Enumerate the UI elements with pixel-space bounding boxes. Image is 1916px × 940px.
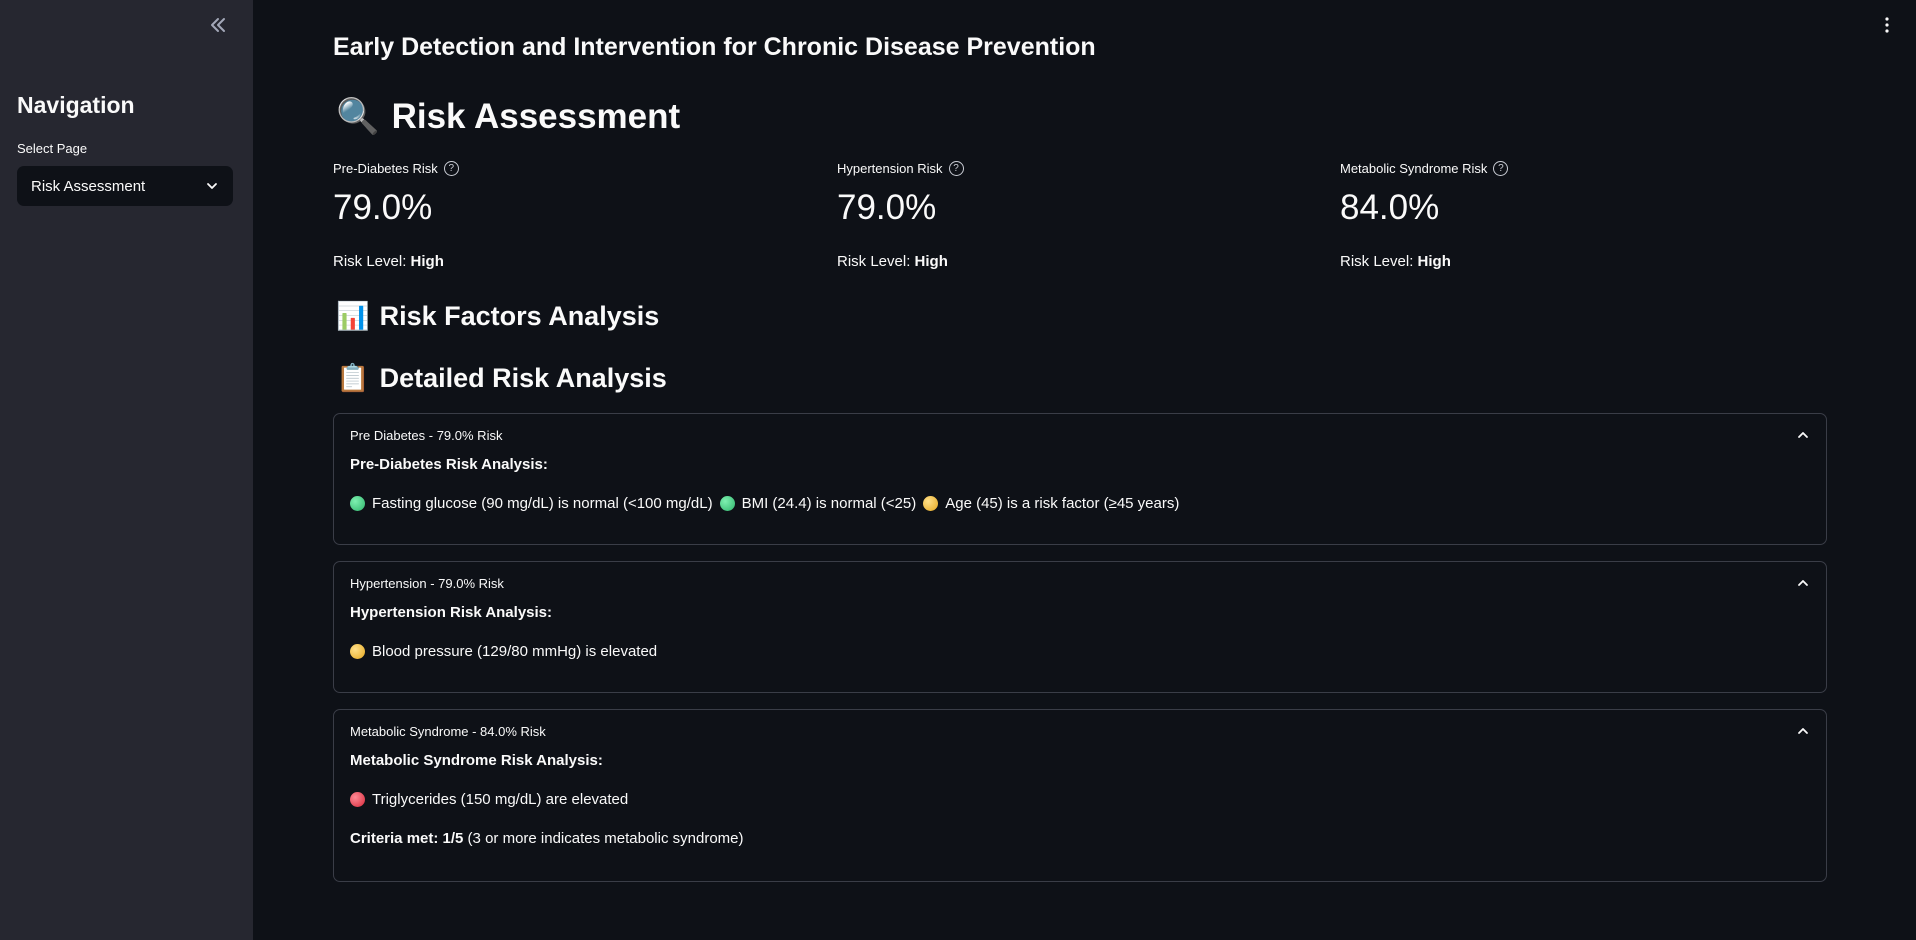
analysis-items: Fasting glucose (90 mg/dL) is normal (<1… xyxy=(334,495,1826,512)
criteria-met: Criteria met: 1/5 (3 or more indicates m… xyxy=(334,830,1826,847)
criteria-label: Criteria met: 1/5 xyxy=(350,830,464,847)
expander-header[interactable]: Hypertension - 79.0% Risk xyxy=(334,562,1826,604)
metric-value: 79.0% xyxy=(333,188,433,227)
expander-title: Hypertension - 79.0% Risk xyxy=(350,575,504,591)
risk-level-prefix: Risk Level: xyxy=(837,253,915,270)
green-circle-icon xyxy=(719,496,735,511)
item-text: Blood pressure (129/80 mmHg) is elevated xyxy=(372,643,658,660)
analysis-subtitle: Hypertension Risk Analysis: xyxy=(350,604,553,621)
list-item: Triglycerides (150 mg/dL) are elevated xyxy=(350,791,628,808)
list-item: Blood pressure (129/80 mmHg) is elevated xyxy=(350,643,657,660)
risk-level-value: High xyxy=(914,253,948,270)
chevron-up-icon xyxy=(1798,432,1808,438)
item-text: BMI (24.4) is normal (<25) xyxy=(741,495,917,512)
page-select[interactable]: Risk Assessment xyxy=(17,166,233,206)
expander-header[interactable]: Metabolic Syndrome - 84.0% Risk xyxy=(334,710,1826,752)
sidebar: Navigation Select Page Risk Assessment xyxy=(0,0,253,940)
expander-header[interactable]: Pre Diabetes - 79.0% Risk xyxy=(334,414,1826,456)
risk-assessment-title: Risk Assessment xyxy=(391,96,681,136)
list-item: Age (45) is a risk factor (≥45 years) xyxy=(923,495,1179,512)
chevron-down-icon xyxy=(207,183,217,189)
expander-hypertension: Hypertension - 79.0% Risk Hypertension R… xyxy=(333,561,1827,693)
analysis-subtitle: Metabolic Syndrome Risk Analysis: xyxy=(350,752,603,769)
metric-value: 79.0% xyxy=(837,188,937,227)
yellow-circle-icon xyxy=(350,644,365,659)
select-page-label: Select Page xyxy=(17,141,88,156)
risk-assessment-heading: 🔍 Risk Assessment xyxy=(336,96,680,137)
red-circle-icon xyxy=(350,792,365,807)
item-text: Fasting glucose (90 mg/dL) is normal (<1… xyxy=(372,495,713,512)
criteria-note: (3 or more indicates metabolic syndrome) xyxy=(463,830,744,847)
help-icon[interactable]: ? xyxy=(443,160,459,176)
risk-level-value: High xyxy=(410,253,444,270)
metric-label-wrap: Pre-Diabetes Risk ? xyxy=(333,159,813,177)
yellow-circle-icon xyxy=(923,496,939,511)
green-circle-icon xyxy=(350,496,365,511)
magnifier-icon: 🔍 xyxy=(336,97,380,136)
risk-factors-title: Risk Factors Analysis xyxy=(379,300,660,331)
item-text: Triglycerides (150 mg/dL) are elevated xyxy=(372,791,629,808)
navigation-title: Navigation xyxy=(17,92,135,118)
metric-hypertension: Hypertension Risk ? 79.0% Risk Level: Hi… xyxy=(837,159,1317,270)
bar-chart-icon: 📊 xyxy=(336,301,370,331)
risk-level: Risk Level: High xyxy=(837,253,1317,270)
metric-label: Pre-Diabetes Risk xyxy=(333,160,438,176)
expander-pre-diabetes: Pre Diabetes - 79.0% Risk Pre-Diabetes R… xyxy=(333,413,1827,545)
metric-label-wrap: Hypertension Risk ? xyxy=(837,159,1317,177)
analysis-items: Blood pressure (129/80 mmHg) is elevated xyxy=(334,643,1826,660)
risk-level-prefix: Risk Level: xyxy=(1340,253,1418,270)
expander-title: Pre Diabetes - 79.0% Risk xyxy=(350,427,503,443)
metric-label-wrap: Metabolic Syndrome Risk ? xyxy=(1340,159,1820,177)
metric-value: 84.0% xyxy=(1340,188,1440,227)
metric-label: Hypertension Risk xyxy=(837,160,943,176)
risk-level: Risk Level: High xyxy=(1340,253,1820,270)
risk-level: Risk Level: High xyxy=(333,253,813,270)
analysis-items: Triglycerides (150 mg/dL) are elevated xyxy=(334,791,1826,808)
detailed-risk-title: Detailed Risk Analysis xyxy=(379,362,667,393)
metric-label: Metabolic Syndrome Risk xyxy=(1340,160,1488,176)
chevron-up-icon xyxy=(1798,580,1808,586)
expander-title: Metabolic Syndrome - 84.0% Risk xyxy=(350,723,546,739)
risk-level-prefix: Risk Level: xyxy=(333,253,411,270)
help-icon[interactable]: ? xyxy=(1493,160,1509,176)
clipboard-icon: 📋 xyxy=(336,363,370,393)
risk-level-value: High xyxy=(1417,253,1451,270)
double-chevron-left-icon[interactable] xyxy=(206,14,230,38)
risk-factors-heading: 📊 Risk Factors Analysis xyxy=(336,300,659,332)
metric-pre-diabetes: Pre-Diabetes Risk ? 79.0% Risk Level: Hi… xyxy=(333,159,813,270)
list-item: Fasting glucose (90 mg/dL) is normal (<1… xyxy=(350,495,713,512)
more-vertical-icon[interactable] xyxy=(1884,16,1890,34)
help-icon[interactable]: ? xyxy=(948,160,964,176)
metric-metabolic-syndrome: Metabolic Syndrome Risk ? 84.0% Risk Lev… xyxy=(1340,159,1820,270)
detailed-risk-heading: 📋 Detailed Risk Analysis xyxy=(336,362,667,394)
item-text: Age (45) is a risk factor (≥45 years) xyxy=(945,495,1180,512)
page-select-value: Risk Assessment xyxy=(31,177,146,195)
app-title: Early Detection and Intervention for Chr… xyxy=(333,33,1096,61)
expander-metabolic-syndrome: Metabolic Syndrome - 84.0% Risk Metaboli… xyxy=(333,709,1827,882)
analysis-subtitle: Pre-Diabetes Risk Analysis: xyxy=(350,456,548,473)
chevron-up-icon xyxy=(1798,728,1808,734)
list-item: BMI (24.4) is normal (<25) xyxy=(719,495,917,512)
